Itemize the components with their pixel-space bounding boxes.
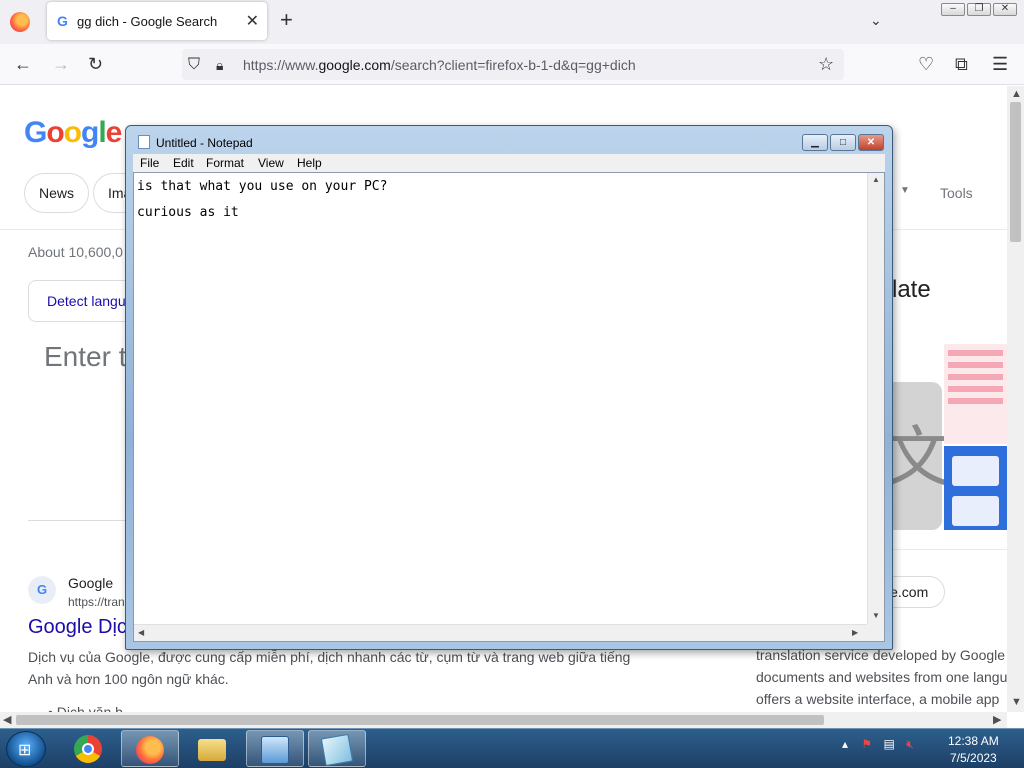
menu-edit[interactable]: Edit — [173, 156, 194, 170]
shield-icon[interactable]: ⛉ — [188, 54, 200, 76]
list-all-tabs-chevron-icon[interactable]: ⌄ — [870, 12, 882, 29]
scrollbar-thumb[interactable] — [16, 715, 824, 725]
action-center-flag-icon[interactable]: ⚑ — [861, 737, 872, 751]
notepad-icon — [138, 135, 150, 149]
bookmark-star-icon[interactable]: ☆ — [818, 53, 834, 75]
caret-down-icon[interactable]: ▼ — [900, 185, 910, 196]
scroll-down-arrow-icon[interactable]: ▼ — [1011, 696, 1022, 708]
start-button[interactable]: ⊞ — [6, 731, 46, 767]
menu-hamburger-icon[interactable]: ☰ — [992, 53, 1008, 75]
volume-muted-icon[interactable]: 🔇︎ — [906, 737, 914, 751]
divider — [880, 549, 1007, 550]
menu-format[interactable]: Format — [206, 156, 244, 170]
forward-arrow-icon[interactable]: → — [52, 53, 70, 75]
notepad-text-area[interactable]: is that what you use on your PC? curious… — [133, 172, 885, 642]
scrollbar-thumb[interactable] — [1010, 102, 1021, 242]
result-stats: About 10,600,0 — [28, 244, 123, 260]
back-arrow-icon[interactable]: ← — [14, 53, 32, 75]
show-hidden-icons-icon[interactable]: ▴ — [842, 737, 848, 751]
scroll-left-arrow-icon[interactable]: ◀ — [138, 628, 144, 637]
pocket-icon[interactable]: ♡ — [918, 53, 934, 75]
result-site-name[interactable]: Google — [68, 575, 113, 591]
scroll-up-arrow-icon[interactable]: ▲ — [872, 175, 880, 184]
site-favicon-icon: G — [28, 576, 56, 604]
scroll-right-arrow-icon[interactable]: ▶ — [852, 628, 858, 637]
url-text[interactable]: https://www.google.com/search?client=fir… — [243, 57, 636, 73]
result-snippet: Dịch vụ của Google, được cung cấp miễn p… — [28, 649, 631, 687]
chip-news[interactable]: News — [24, 173, 90, 213]
page-horizontal-scrollbar[interactable]: ◀ ▶ — [0, 712, 1007, 728]
close-tab-icon[interactable]: ✕ — [246, 11, 259, 31]
firefox-logo-icon[interactable] — [10, 12, 30, 32]
taskbar-control-panel[interactable] — [246, 730, 304, 767]
taskbar-notepad[interactable] — [308, 730, 366, 767]
taskbar-chrome[interactable] — [60, 730, 118, 767]
lock-icon[interactable]: 🔒︎ — [216, 54, 223, 76]
scroll-right-arrow-icon[interactable]: ▶ — [993, 713, 1001, 726]
notepad-title: Untitled - Notepad — [156, 136, 253, 150]
browser-nav-bar: ← → ↻ ⛉ 🔒︎ https://www.google.com/search… — [0, 44, 1024, 85]
chrome-icon — [74, 735, 102, 763]
firefox-icon — [136, 736, 164, 764]
notepad-vertical-scrollbar[interactable]: ▲ ▼ — [867, 173, 884, 624]
scroll-down-arrow-icon[interactable]: ▼ — [872, 611, 880, 620]
notepad-icon — [320, 733, 354, 767]
clock-date[interactable]: 7/5/2023 — [950, 751, 997, 765]
tab-title: gg dich - Google Search — [77, 14, 218, 29]
menu-file[interactable]: File — [140, 156, 159, 170]
translate-input-placeholder[interactable]: Enter t — [44, 341, 126, 373]
notepad-horizontal-scrollbar[interactable]: ◀ ▶ — [134, 624, 867, 641]
notepad-text[interactable]: is that what you use on your PC? curious… — [137, 174, 387, 226]
notepad-maximize-button[interactable]: □ — [830, 134, 856, 151]
windows-logo-icon: ⊞ — [18, 742, 32, 759]
scroll-up-arrow-icon[interactable]: ▲ — [1011, 88, 1022, 100]
menu-view[interactable]: View — [258, 156, 284, 170]
clock-time[interactable]: 12:38 AM — [948, 734, 999, 748]
minimize-button[interactable]: – — [941, 3, 965, 16]
new-tab-button[interactable]: + — [280, 9, 293, 31]
menu-help[interactable]: Help — [297, 156, 322, 170]
address-bar[interactable]: ⛉ 🔒︎ https://www.google.com/search?clien… — [182, 49, 844, 80]
notepad-window[interactable]: Untitled - Notepad ▁ □ ✕ File Edit Forma… — [125, 125, 893, 650]
taskbar-firefox[interactable] — [121, 730, 179, 767]
close-window-button[interactable]: ✕ — [993, 3, 1017, 16]
notepad-minimize-button[interactable]: ▁ — [802, 134, 828, 151]
result-sublink[interactable]: • Dịch văn b... — [48, 704, 135, 712]
result-url[interactable]: https://tran — [68, 595, 125, 609]
network-icon[interactable]: ▤ — [883, 737, 894, 751]
notepad-menubar: File Edit Format View Help — [133, 154, 885, 172]
page-vertical-scrollbar[interactable]: ▲ ▼ — [1007, 86, 1024, 712]
knowledge-panel-image[interactable] — [944, 344, 1007, 444]
restore-button[interactable]: ❐ — [967, 3, 991, 16]
taskbar-explorer[interactable] — [184, 730, 242, 767]
control-panel-icon — [261, 736, 289, 764]
notepad-close-button[interactable]: ✕ — [858, 134, 884, 151]
folder-icon — [198, 739, 226, 761]
knowledge-panel-image[interactable] — [944, 446, 1007, 530]
resize-grip-icon[interactable] — [867, 624, 884, 641]
google-favicon-icon: G — [57, 13, 68, 29]
translate-glyph: 文 — [884, 420, 950, 494]
reload-icon[interactable]: ↻ — [88, 53, 103, 75]
result-title-link[interactable]: Google Dịc — [28, 616, 127, 639]
browser-tab-bar: G gg dich - Google Search ✕ + ⌄ – ❐ ✕ — [0, 0, 1024, 44]
taskbar: ⊞ ▴ ⚑ ▤ 🔇︎ 12:38 AM 7/5/2023 — [0, 728, 1024, 768]
scroll-left-arrow-icon[interactable]: ◀ — [3, 713, 11, 726]
tools-button[interactable]: Tools — [940, 185, 973, 201]
divider — [28, 520, 138, 521]
system-tray: ▴ ⚑ ▤ 🔇︎ — [842, 737, 914, 752]
google-logo[interactable]: Google — [24, 116, 122, 150]
tab-google-search[interactable]: G gg dich - Google Search ✕ — [47, 2, 267, 40]
extensions-icon[interactable]: ⧉ — [955, 53, 968, 75]
